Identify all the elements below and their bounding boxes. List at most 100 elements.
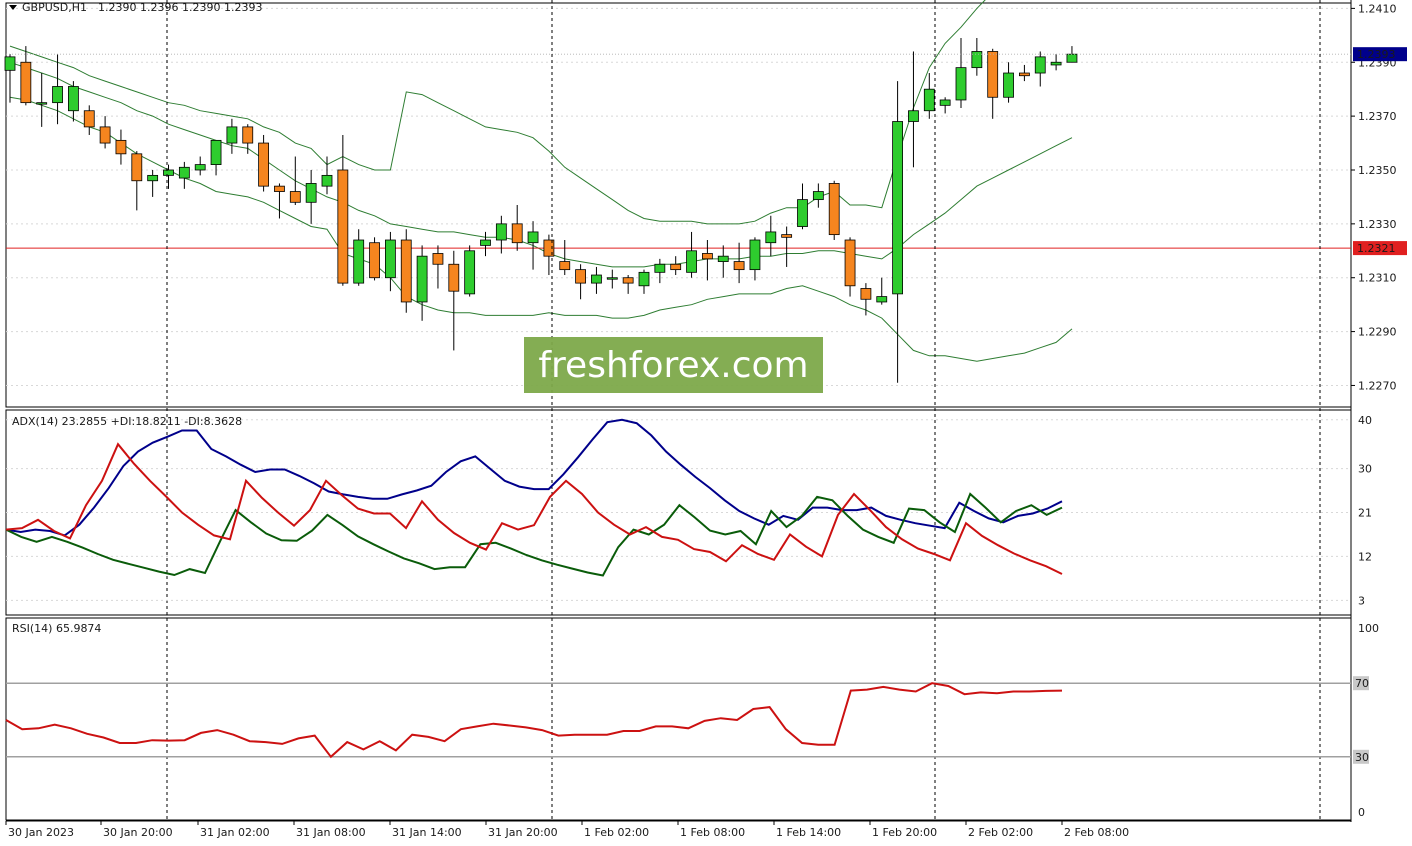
candle-body-bull — [717, 255, 729, 262]
candle-body-bear — [448, 263, 460, 292]
candle-body-bull — [749, 239, 761, 271]
time-tick-label: 31 Jan 08:00 — [296, 826, 366, 839]
time-axis: 30 Jan 2023 30 Jan 20:00 31 Jan 02:00 31 Ja… — [5, 820, 1351, 839]
candle[interactable] — [464, 245, 476, 297]
candle-body-bear — [622, 277, 634, 284]
candle-body-bear — [828, 183, 840, 236]
time-tick-label: 2 Feb 08:00 — [1064, 826, 1129, 839]
candle-body-bull — [68, 86, 79, 112]
price-tick-label: 1.2350 — [1358, 164, 1397, 177]
rsi-tick-label: 0 — [1358, 806, 1365, 819]
adx-tick-label: 3 — [1358, 594, 1365, 607]
current-price-tag-text: 1.2393 — [1357, 48, 1396, 61]
candle-body-bear — [987, 51, 999, 98]
candle-body-bear — [258, 142, 270, 187]
candle-body-bull — [1066, 53, 1078, 63]
adx-tick-label: 40 — [1358, 414, 1372, 427]
candle-body-bull — [495, 223, 507, 241]
price-tick-label: 1.2270 — [1358, 379, 1397, 392]
candle-body-bull — [686, 250, 697, 273]
rsi-level-tag-text: 70 — [1355, 677, 1369, 690]
time-tick-label: 1 Feb 20:00 — [872, 826, 937, 839]
candle-body-bear — [844, 239, 856, 287]
candle-body-bear — [115, 139, 127, 155]
candle-body-bull — [353, 239, 365, 284]
time-tick-label: 31 Jan 14:00 — [392, 826, 462, 839]
watermark-logo: freshforex.com — [524, 337, 823, 393]
candle-body-bear — [400, 239, 412, 303]
candle-body-bull — [163, 169, 174, 176]
candle[interactable] — [400, 229, 412, 313]
candle-body-bear — [83, 110, 95, 128]
candle-body-bear — [274, 185, 285, 192]
candle-body-bull — [923, 88, 935, 112]
candle-body-bull — [876, 296, 888, 303]
candle-body-bull — [194, 164, 206, 171]
time-tick-label: 31 Jan 02:00 — [200, 826, 270, 839]
price-tick-label: 1.2330 — [1358, 218, 1397, 231]
time-tick-label: 30 Jan 2023 — [8, 826, 74, 839]
adx-label: ADX(14) 23.2855 +DI:18.8211 -DI:8.3628 — [12, 415, 242, 428]
adx-tick-label: 21 — [1358, 507, 1372, 520]
symbol-label: GBPUSD,H1 — [22, 1, 87, 14]
rsi-level-tag-text: 30 — [1355, 751, 1369, 764]
candle-body-bull — [1034, 56, 1046, 74]
time-tick-label: 1 Feb 14:00 — [776, 826, 841, 839]
candle-body-bull — [939, 99, 951, 106]
candle-body-bull — [892, 121, 903, 295]
candle-body-bear — [511, 223, 523, 244]
candle-body-bear — [432, 253, 444, 265]
candle-body-bear — [20, 61, 32, 104]
candle-body-bear — [781, 234, 793, 238]
candle[interactable] — [828, 180, 840, 241]
candle-body-bull — [955, 67, 967, 101]
adx-tick-label: 30 — [1358, 463, 1372, 476]
candle-body-bull — [1050, 61, 1062, 66]
candle-body-bull — [36, 102, 48, 105]
candle-body-bull — [4, 56, 16, 71]
candle-body-bull — [321, 174, 333, 187]
candle-body-bull — [908, 110, 919, 122]
time-tick-label: 1 Feb 08:00 — [680, 826, 745, 839]
candle-body-bear — [702, 253, 713, 260]
candle-body-bear — [670, 263, 682, 271]
candle-body-bull — [178, 166, 190, 179]
candle-body-bull — [971, 51, 983, 69]
candle[interactable] — [258, 134, 270, 192]
candle-body-bull — [606, 277, 618, 280]
price-tick-label: 1.2310 — [1358, 272, 1397, 285]
price-tick-label: 1.2290 — [1358, 326, 1397, 339]
candle-body-bull — [147, 174, 159, 182]
candle-body-bull — [1003, 72, 1014, 98]
candle-body-bull — [654, 263, 666, 273]
candle-body-bull — [591, 274, 602, 284]
candle-body-bull — [305, 183, 317, 203]
ohlc-label: 1.2390 1.2396 1.2390 1.2393 — [98, 1, 262, 14]
price-tick-label: 1.2410 — [1358, 2, 1397, 15]
candle-body-bear — [289, 191, 301, 203]
panel-frame-3 — [5, 617, 1352, 821]
adx-tick-label: 12 — [1358, 550, 1372, 563]
candle-body-bull — [416, 255, 428, 303]
candle-body-bull — [480, 239, 491, 246]
candle-body-bear — [99, 126, 111, 144]
candle-body-bear — [1019, 72, 1030, 77]
time-tick-label: 1 Feb 02:00 — [584, 826, 649, 839]
chart-canvas[interactable]: 1.24101.23901.23701.23501.23301.23101.22… — [0, 0, 1412, 846]
time-tick-label: 30 Jan 20:00 — [103, 826, 173, 839]
rsi-tick-label: 100 — [1358, 622, 1379, 635]
candle-body-bull — [638, 271, 650, 287]
candle-body-bear — [733, 261, 745, 271]
candle-body-bear — [242, 126, 254, 144]
candle-body-bear — [575, 269, 586, 284]
candle-body-bull — [52, 86, 63, 104]
candle-body-bull — [384, 239, 396, 279]
candle-body-bear — [337, 169, 349, 284]
candle-body-bull — [765, 231, 777, 244]
candle-body-bear — [131, 153, 143, 182]
candle-body-bear — [559, 261, 571, 271]
candle[interactable] — [369, 237, 380, 281]
hline-price-tag-text: 1.2321 — [1357, 242, 1396, 255]
watermark-text: freshforex.com — [538, 344, 809, 386]
candle-body-bull — [210, 139, 222, 166]
